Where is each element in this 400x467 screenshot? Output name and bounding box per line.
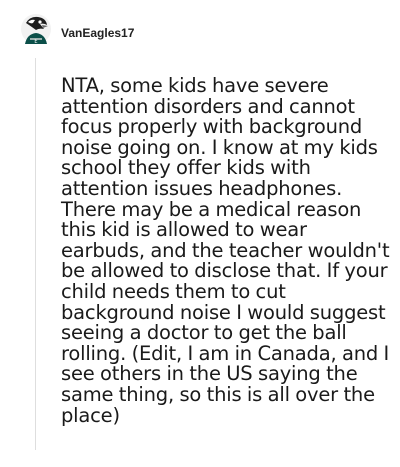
svg-text:E: E xyxy=(34,39,37,45)
user-avatar[interactable]: E xyxy=(20,13,52,49)
comment-card: E VanEagles17 NTA, some kids have severe… xyxy=(0,0,400,467)
username[interactable]: VanEagles17 xyxy=(61,26,134,40)
thread-line[interactable] xyxy=(35,58,36,450)
comment-body: NTA, some kids have severe attention dis… xyxy=(61,74,390,427)
eagle-avatar-icon: E xyxy=(21,14,51,45)
